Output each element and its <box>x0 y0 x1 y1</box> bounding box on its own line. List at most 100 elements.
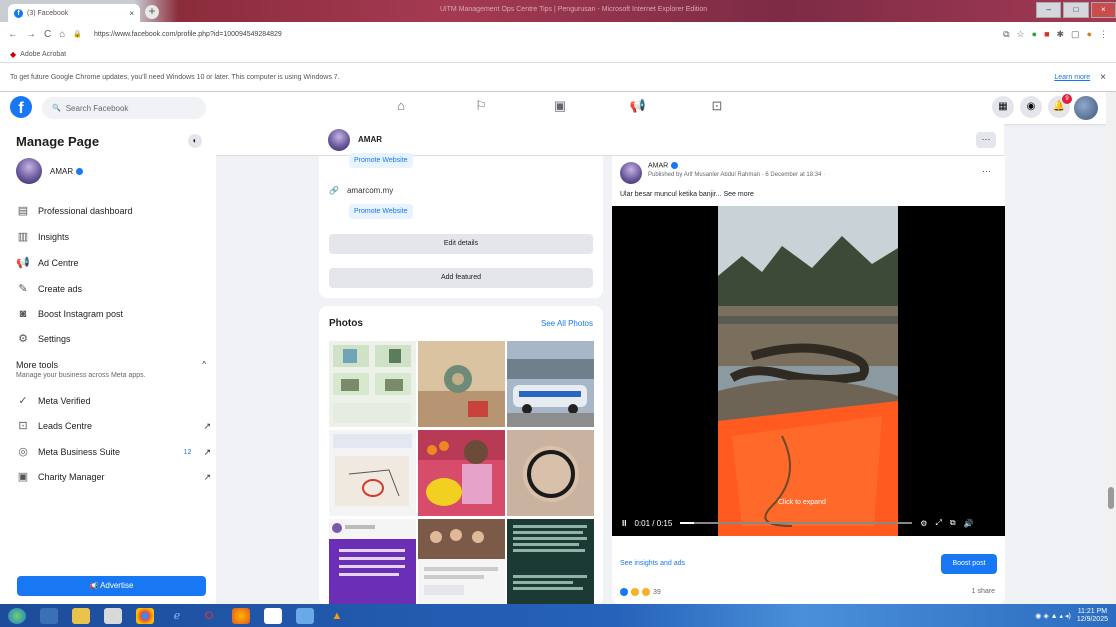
sidebar-item-professional-dashboard[interactable]: ▤ Professional dashboard <box>16 200 211 222</box>
taskbar-folder-icon[interactable] <box>72 607 90 624</box>
taskbar-opera-icon[interactable]: O <box>200 608 218 624</box>
more-options-button[interactable]: ··· <box>976 132 996 148</box>
photo-thumbnail[interactable] <box>329 519 416 605</box>
photo-thumbnail[interactable] <box>507 519 594 605</box>
click-to-expand-label[interactable]: Click to expand <box>778 499 826 506</box>
edit-details-button[interactable]: Edit details <box>329 234 593 254</box>
video-player[interactable]: Click to expand II 0:01 / 0:15 ⚙ ⤢ ⧉ 🔊 <box>612 206 1005 536</box>
see-all-photos-link[interactable]: See All Photos <box>541 319 593 328</box>
external-link-icon: ↗ <box>203 446 211 457</box>
photo-thumbnail[interactable] <box>418 430 505 516</box>
boost-post-button[interactable]: Boost post <box>941 554 997 574</box>
sidebar-item-ad-centre[interactable]: 📢 Ad Centre <box>16 252 211 274</box>
maximize-button[interactable]: □ <box>1063 2 1089 18</box>
taskbar-chrome-icon[interactable] <box>136 607 154 624</box>
advertise-button[interactable]: 📢 Advertise <box>17 576 206 596</box>
photo-thumbnail[interactable] <box>329 430 416 516</box>
reload-icon[interactable]: C <box>44 29 51 40</box>
more-tools-header[interactable]: More tools Manage your business across M… <box>16 360 206 379</box>
menu-kebab-icon[interactable]: ⋮ <box>1099 29 1108 40</box>
infobar-close-icon[interactable]: × <box>1100 72 1106 83</box>
promote-website-button[interactable]: Promote Website <box>349 204 413 219</box>
back-icon[interactable]: ← <box>8 29 18 40</box>
share-count[interactable]: 1 share <box>972 588 995 595</box>
photo-thumbnail[interactable] <box>507 430 594 516</box>
taskbar-app2-icon[interactable] <box>296 607 314 624</box>
taskbar-vlc-icon[interactable]: ▲ <box>328 608 346 624</box>
bookmark-adobe-acrobat[interactable]: Adobe Acrobat <box>20 51 66 58</box>
sidebar-item-settings[interactable]: ⚙ Settings <box>16 328 211 350</box>
sidebar-item-insights[interactable]: ▥ Insights <box>16 226 211 248</box>
see-insights-link[interactable]: See insights and ads <box>620 560 685 567</box>
taskbar-firefox-icon[interactable] <box>232 607 250 624</box>
reactions-summary[interactable]: 39 <box>620 588 661 596</box>
bookmark-star-icon[interactable]: ☆ <box>1017 29 1025 40</box>
post-author-name[interactable]: AMAR <box>648 162 679 169</box>
sidebar-item-meta-business-suite[interactable]: ◎ Meta Business Suite 12 ↗ <box>16 441 211 463</box>
volume-icon[interactable]: 🔊 <box>964 519 974 528</box>
messenger-icon[interactable]: ◉ <box>1020 96 1042 118</box>
share-icon[interactable]: ⧉ <box>1003 29 1009 40</box>
facebook-logo-icon[interactable]: f <box>10 96 32 118</box>
page-switch-icon[interactable]: ◐ <box>188 134 202 148</box>
windows-taskbar: ℯ O ▲ ◉ ◈ ▲ ▴ ◂) 11:21 PM 12/9/2025 <box>0 604 1116 627</box>
post-text[interactable]: Ular besar muncul ketika banjir... See m… <box>620 191 754 198</box>
photo-thumbnail[interactable] <box>507 341 594 427</box>
taskbar-edge-icon[interactable]: ℯ <box>168 608 186 624</box>
post-options-button[interactable]: ··· <box>982 166 991 176</box>
add-featured-button[interactable]: Add featured <box>329 268 593 288</box>
page-scrollbar[interactable] <box>1106 92 1116 604</box>
page-name[interactable]: AMAR <box>358 135 382 144</box>
photo-thumbnail[interactable] <box>418 341 505 427</box>
photo-thumbnail[interactable] <box>418 519 505 605</box>
page-header-bar: AMAR ··· <box>216 124 1004 156</box>
video-progress-bar[interactable] <box>680 522 913 524</box>
user-avatar[interactable] <box>1074 96 1098 120</box>
fullscreen-icon[interactable]: ⤢ <box>935 518 941 528</box>
tray-icons[interactable]: ◉ ◈ ▲ ▴ ◂) <box>1035 612 1071 620</box>
home-icon[interactable]: ⌂ <box>59 29 65 40</box>
photo-thumbnail[interactable] <box>329 341 416 427</box>
promote-website-button[interactable]: Promote Website <box>349 153 413 168</box>
ads-megaphone-nav-icon[interactable]: 📢 <box>629 98 647 116</box>
browser-tab[interactable]: f (3) Facebook × <box>8 4 140 22</box>
taskbar-document-icon[interactable] <box>264 607 282 624</box>
profile-icon[interactable]: ● <box>1087 29 1092 40</box>
marketplace-nav-icon[interactable]: ▣ <box>551 98 569 116</box>
extension-green-icon[interactable]: ● <box>1032 29 1037 40</box>
sidebar-item-charity-manager[interactable]: ▣ Charity Manager ↗ <box>16 466 211 488</box>
taskbar-app-icon[interactable] <box>104 607 122 624</box>
picture-in-picture-icon[interactable]: ⧉ <box>950 518 956 528</box>
close-window-button[interactable]: × <box>1090 2 1116 18</box>
forward-icon[interactable]: → <box>26 29 36 40</box>
learn-more-link[interactable]: Learn more <box>1054 74 1090 81</box>
start-button-icon[interactable] <box>8 607 26 624</box>
taskbar-explorer-icon[interactable] <box>40 607 58 624</box>
sidebar-item-boost-instagram[interactable]: ◙ Boost Instagram post <box>16 303 211 325</box>
home-nav-icon[interactable]: ⌂ <box>392 98 410 116</box>
post-author-avatar[interactable] <box>620 162 642 184</box>
new-tab-button[interactable]: + <box>145 5 159 19</box>
extension-red-icon[interactable]: ■ <box>1044 29 1049 40</box>
url-field[interactable]: https://www.facebook.com/profile.php?id=… <box>94 31 282 38</box>
search-input[interactable]: 🔍 Search Facebook <box>42 97 206 119</box>
minimize-button[interactable]: – <box>1036 2 1062 18</box>
extensions-puzzle-icon[interactable]: ✱ <box>1057 29 1065 40</box>
acrobat-icon: ◆ <box>10 49 17 59</box>
website-link[interactable]: amarcom.my <box>347 186 393 195</box>
tab-close-icon[interactable]: × <box>129 9 134 18</box>
sidebar-item-label: Ad Centre <box>38 258 79 268</box>
pages-flag-nav-icon[interactable]: ⚐ <box>472 98 490 116</box>
gaming-nav-icon[interactable]: ⊡ <box>708 98 726 116</box>
pause-icon[interactable]: II <box>622 519 626 528</box>
scrollbar-thumb[interactable] <box>1108 487 1114 509</box>
sidepanel-icon[interactable]: ▢ <box>1071 29 1080 40</box>
taskbar-clock[interactable]: 11:21 PM 12/9/2025 <box>1077 608 1108 624</box>
settings-gear-icon[interactable]: ⚙ <box>920 519 927 528</box>
sidebar-item-create-ads[interactable]: ✎ Create ads <box>16 278 211 300</box>
sidebar-item-leads-centre[interactable]: ⊡ Leads Centre ↗ <box>16 415 211 437</box>
page-avatar[interactable] <box>328 129 350 151</box>
page-profile-link[interactable]: AMAR <box>16 158 84 184</box>
sidebar-item-meta-verified[interactable]: ✓ Meta Verified <box>16 390 211 412</box>
menu-grid-icon[interactable]: ▦ <box>992 96 1014 118</box>
